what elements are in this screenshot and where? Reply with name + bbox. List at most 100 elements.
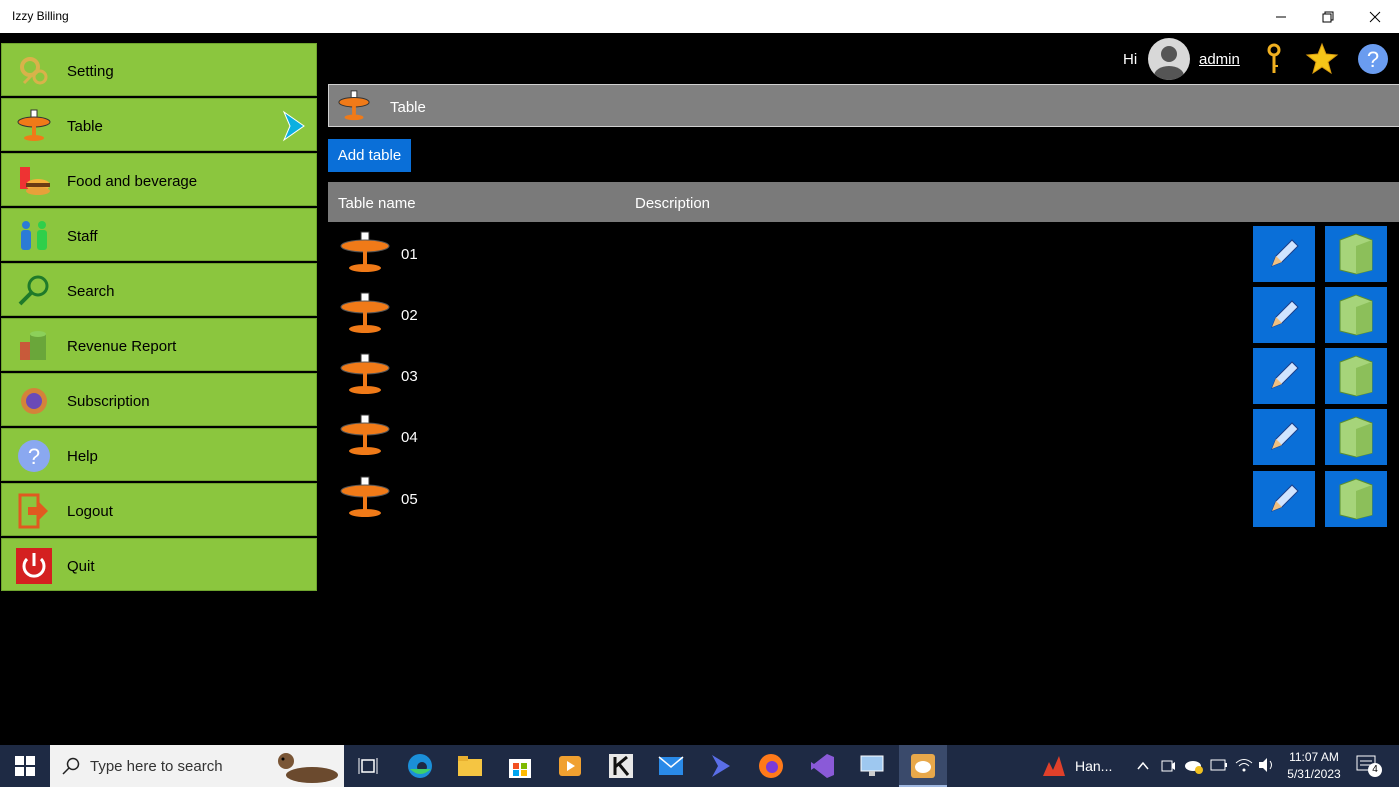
sidebar-item-food[interactable]: Food and beverage	[1, 153, 317, 206]
add-table-button[interactable]: Add table	[328, 139, 411, 172]
taskbar-app-remote[interactable]	[856, 750, 888, 782]
restore-icon	[1322, 11, 1334, 22]
taskbar-app-explorer[interactable]	[454, 750, 486, 782]
running-app-icon[interactable]	[1041, 754, 1067, 778]
table-header: Table name Description	[328, 182, 1399, 222]
taskbar-app-edge[interactable]	[404, 750, 436, 782]
pencil-icon	[1271, 239, 1299, 267]
food-icon	[20, 167, 50, 195]
taskbar-app-store[interactable]	[504, 750, 536, 782]
mail-icon	[658, 756, 684, 775]
delete-button[interactable]	[1325, 409, 1387, 465]
delete-button[interactable]	[1325, 226, 1387, 282]
table-icon	[17, 109, 51, 141]
taskbar-app-media[interactable]	[554, 750, 586, 782]
sidebar-item-revenue-report[interactable]: Revenue Report	[1, 318, 317, 371]
sidebar-item-label: Logout	[67, 503, 113, 520]
edit-button[interactable]	[1253, 226, 1315, 282]
taskbar-app-k[interactable]	[605, 750, 637, 782]
start-button[interactable]	[0, 745, 50, 787]
close-icon	[1369, 11, 1381, 22]
sidebar-item-label: Revenue Report	[67, 338, 177, 355]
notification-center-button[interactable]: 4	[1356, 755, 1382, 779]
onedrive-warning-icon[interactable]	[1184, 757, 1204, 775]
wifi-icon[interactable]	[1235, 757, 1253, 773]
username-link[interactable]: admin	[1199, 51, 1240, 68]
table-row[interactable]: 04	[328, 406, 1399, 467]
minimize-icon	[1276, 16, 1286, 17]
table-row[interactable]: 01	[328, 223, 1399, 284]
sidebar-item-logout[interactable]: Logout	[1, 483, 317, 536]
table-icon	[340, 231, 390, 272]
table-row[interactable]: 03	[328, 345, 1399, 406]
help-icon[interactable]: ?	[1356, 42, 1390, 76]
taskbar-app-izzy-billing[interactable]	[899, 745, 947, 787]
sidebar-item-label: Subscription	[67, 393, 150, 410]
task-view-icon	[358, 758, 378, 774]
pencil-icon	[1271, 300, 1299, 328]
firefox-icon	[759, 754, 783, 778]
notification-badge: 4	[1368, 763, 1382, 777]
pencil-icon	[1271, 422, 1299, 450]
sidebar-item-subscription[interactable]: Subscription	[1, 373, 317, 426]
svg-text:?: ?	[28, 444, 40, 469]
delete-button[interactable]	[1325, 287, 1387, 343]
battery-icon[interactable]	[1210, 759, 1228, 771]
table-row[interactable]: 02	[328, 284, 1399, 345]
media-player-icon	[559, 756, 581, 776]
folder-icon	[458, 756, 482, 776]
sidebar-item-label: Table	[67, 118, 103, 135]
power-icon	[16, 548, 52, 584]
sidebar-item-label: Food and beverage	[67, 173, 198, 190]
edit-button[interactable]	[1253, 287, 1315, 343]
table-name-cell: 05	[401, 491, 418, 508]
edit-button[interactable]	[1253, 348, 1315, 404]
chevron-up-icon[interactable]	[1136, 759, 1150, 773]
restore-button[interactable]	[1305, 0, 1351, 33]
table-icon	[340, 414, 390, 455]
sidebar-item-label: Search	[67, 283, 115, 300]
sidebar-item-label: Quit	[67, 558, 95, 575]
k-app-icon	[609, 754, 633, 778]
logout-icon	[18, 493, 48, 529]
help-icon: ?	[18, 440, 50, 472]
volume-icon[interactable]	[1258, 757, 1276, 773]
trash-bin-icon	[1339, 478, 1373, 520]
close-button[interactable]	[1352, 0, 1398, 33]
sidebar-item-quit[interactable]: Quit	[1, 538, 317, 591]
running-app-label[interactable]: Han...	[1075, 758, 1112, 774]
edit-button[interactable]	[1253, 409, 1315, 465]
sidebar-item-help[interactable]: ? Help	[1, 428, 317, 481]
sidebar-item-staff[interactable]: Staff	[1, 208, 317, 261]
otter-illustration-icon	[278, 753, 338, 783]
taskbar-app-power-automate[interactable]	[705, 750, 737, 782]
table-row[interactable]: 05	[328, 468, 1399, 529]
task-view-button[interactable]	[352, 750, 384, 782]
edge-browser-icon	[408, 754, 432, 778]
avatar[interactable]	[1148, 38, 1190, 80]
pencil-icon	[1271, 361, 1299, 389]
table-name-cell: 03	[401, 368, 418, 385]
taskbar-app-firefox[interactable]	[755, 750, 787, 782]
sidebar-item-label: Staff	[67, 228, 98, 245]
taskbar-app-mail[interactable]	[655, 750, 687, 782]
minimize-button[interactable]	[1258, 0, 1304, 33]
user-avatar-icon	[1154, 46, 1184, 80]
taskbar-search-box[interactable]: Type here to search	[50, 745, 344, 787]
clock-time: 11:07 AM	[1289, 750, 1339, 764]
edit-button[interactable]	[1253, 471, 1315, 527]
svg-text:?: ?	[1367, 47, 1379, 72]
delete-button[interactable]	[1325, 348, 1387, 404]
store-icon	[509, 759, 531, 778]
star-icon[interactable]	[1305, 42, 1339, 76]
taskbar-app-visual-studio[interactable]	[806, 750, 838, 782]
sidebar-item-search[interactable]: Search	[1, 263, 317, 316]
system-clock[interactable]: 11:07 AM 5/31/2023	[1280, 749, 1348, 783]
delete-button[interactable]	[1325, 471, 1387, 527]
sidebar-item-setting[interactable]: Setting	[1, 43, 317, 96]
table-icon	[338, 90, 370, 121]
meet-now-icon[interactable]	[1160, 757, 1176, 775]
sidebar-item-table[interactable]: Table	[1, 98, 317, 151]
subscription-icon	[21, 388, 47, 414]
key-icon[interactable]	[1257, 42, 1291, 76]
